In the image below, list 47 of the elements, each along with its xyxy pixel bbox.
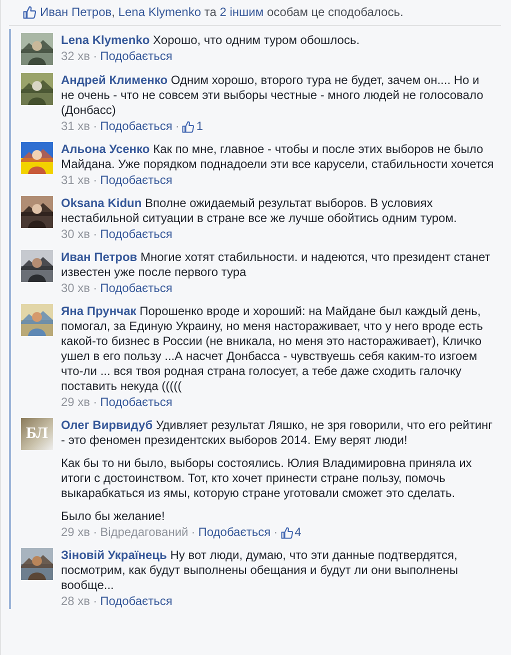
author-link[interactable]: Альона Усенко (61, 142, 150, 156)
like-count[interactable]: 4 (294, 525, 302, 540)
thumbs-up-icon (182, 120, 194, 132)
author-link[interactable]: Зіновій Українець (61, 548, 167, 562)
comment-text: Lena Klymenko Хорошо, что одним туром обошлось. (61, 33, 361, 48)
separator: · (93, 227, 98, 242)
likes-summary: Иван Петров, Lena Klymenko та 2 іншим особам це сподобалось. (40, 5, 404, 19)
separator: · (175, 119, 180, 134)
separator: · (191, 525, 196, 540)
separator: · (93, 395, 98, 410)
author-link[interactable]: Lena Klymenko (61, 33, 150, 47)
like-link[interactable]: Подобається (100, 173, 172, 188)
separator: · (93, 281, 98, 296)
author-link[interactable]: Иван Петров (61, 250, 138, 264)
name-link[interactable]: Lena Klymenko (118, 5, 202, 19)
separator: · (93, 594, 98, 609)
thumbs-up-icon (23, 6, 36, 18)
name-link[interactable]: 2 іншим (220, 5, 264, 19)
comment-text: Иван Петров Многие хотят стабильности. и надеются, что президент станет известен уже после первого тура (61, 250, 492, 280)
like-link[interactable]: Подобається (100, 395, 172, 410)
comment-text: Яна Прунчак Порошенко вроде и хороший: на Майдане был каждый день, помогал, за Единую Украину, но меня настораживает, что у него вроде есть какой-то бизнес в России (не вникала, но меня это настораживает), Кличко ушел в его пользу ...А насчет Донбасса - чувствуешь себя каким-то изгоем что-ли ... вся твоя родная страна голосует, а тебе даже сходить галочку поставить некуда ((((( (61, 304, 484, 394)
name-link[interactable]: Иван Петров (40, 5, 112, 19)
comment-text: Было бы желание! (61, 509, 166, 524)
comment-text: Альона Усенко Как по мне, главное - чтобы и после этих выборов не было Майдана. Уже порядком поднадоели эти все карусели, стабильности хочется (61, 142, 495, 172)
separator: · (93, 173, 98, 188)
like-link[interactable]: Подобається (100, 49, 172, 64)
author-link[interactable]: Олег Вирвидуб (61, 418, 153, 432)
comment-text: Oksana Kidun Вполне ожидаемый результат выборов. В условиях нестабильной ситуации в стране все же лучше обойтись одним туром. (61, 196, 458, 226)
author-link[interactable]: Андрей Клименко (61, 73, 168, 87)
comment-text: Олег Вирвидуб Удивляет результат Ляшко, не зря говорили, что его рейтинг - это феномен президентских выборов 2014. Ему верят люди! (61, 418, 494, 448)
separator: · (93, 49, 98, 64)
separator: · (93, 525, 98, 540)
like-link[interactable]: Подобається (198, 525, 271, 540)
separator: · (93, 119, 98, 134)
like-count[interactable]: 1 (196, 119, 204, 134)
avatar-logo: БЛ (21, 418, 53, 450)
like-link[interactable]: Подобається (100, 119, 172, 134)
like-link[interactable]: Подобається (100, 281, 172, 296)
thumbs-up-icon (280, 526, 293, 538)
author-link[interactable]: Яна Прунчак (61, 304, 136, 318)
like-link[interactable]: Подобається (100, 227, 172, 242)
comment-text: Как бы то ни было, выборы состоялись. Юлия Владимировна приняла их итоги с достоинством. Тот, кто хочет принести стране пользу, помочь выкарабкаться из ямы, которую стране уготовали сможет это сделать. (61, 456, 473, 501)
separator: · (274, 525, 278, 540)
author-link[interactable]: Oksana Kidun (61, 196, 142, 210)
comment-text: Зіновій Українець Ну вот люди, думаю, что эти данные подтвердятся, посмотрим, как будут выполнены обещания и будут ли они выполнены вообще... (61, 548, 459, 593)
like-link[interactable]: Подобається (100, 594, 172, 609)
comment-text: Андрей Клименко Одним хорошо, второго тура не будет, зачем он.... Но и не очень - что не совсем эти выборы честные - много людей не голосовало (Донбасс) (61, 73, 484, 118)
